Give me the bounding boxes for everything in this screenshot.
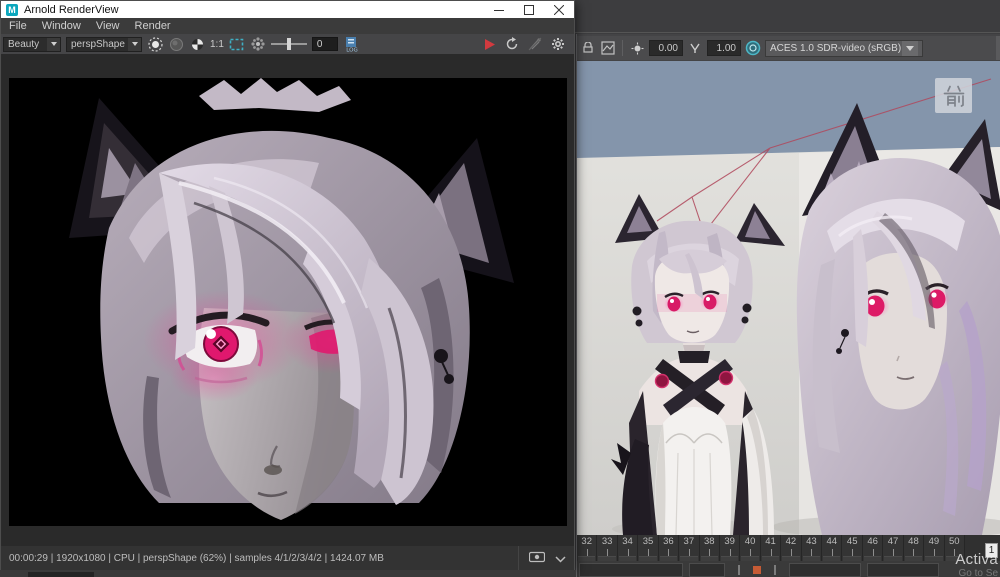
camera-value: perspShape [71, 38, 125, 50]
close-button[interactable] [544, 1, 574, 18]
render-view-area [2, 54, 574, 546]
color-swatch-icon[interactable] [189, 36, 205, 52]
timeline-frame[interactable]: 41 [760, 535, 782, 561]
maximize-button[interactable] [514, 1, 544, 18]
maya-bottom-widget [28, 572, 94, 577]
minimize-button[interactable] [484, 1, 514, 18]
svg-text:LOG: LOG [346, 48, 357, 53]
activate-watermark-line2: Go to Se [958, 568, 998, 577]
reference-figure-head [796, 103, 1000, 535]
timeline-frame[interactable]: 37 [679, 535, 700, 561]
colorspace-value: ACES 1.0 SDR-video (sRGB) [770, 42, 902, 54]
zoom-ratio-label[interactable]: 1:1 [210, 39, 224, 50]
display-camera-icon[interactable] [528, 550, 546, 568]
view-transform-icon[interactable] [745, 40, 761, 56]
orientation-badge [935, 78, 972, 113]
texture-view-icon[interactable] [600, 40, 616, 56]
window-title: Arnold RenderView [24, 3, 119, 16]
exposure-icon[interactable] [629, 40, 645, 56]
timeline-frame[interactable]: 33 [597, 535, 618, 561]
maya-app-icon: M [6, 3, 18, 16]
toolbar-divider [622, 40, 623, 56]
timeline-frame[interactable]: 47 [883, 535, 904, 561]
debug-value-field[interactable]: 0 [311, 37, 338, 51]
timeline-frame[interactable]: 48 [903, 535, 925, 561]
range-slider-row [577, 561, 1000, 577]
range-slider[interactable] [579, 563, 683, 577]
range-field[interactable] [689, 563, 725, 577]
menu-view[interactable]: View [96, 20, 120, 32]
camera-dropdown[interactable]: perspShape [66, 36, 142, 52]
timeline-frame[interactable]: 38 [699, 535, 720, 561]
menu-file[interactable]: File [9, 20, 27, 32]
timeline-frame[interactable]: 45 [842, 535, 863, 561]
aov-dropdown-arrow[interactable] [47, 37, 60, 51]
playback-end-field[interactable] [867, 563, 939, 577]
gamma-icon[interactable] [687, 40, 703, 56]
timeline-frame[interactable]: 43 [801, 535, 823, 561]
time-slider[interactable]: 32 33 34 35 36 37 38 39 40 41 42 43 44 45 46 47 48 49 50 1 [577, 535, 1000, 561]
menu-bar: File Window View Render [1, 18, 574, 34]
panel-scrollbar[interactable] [996, 36, 1000, 60]
region-select-icon[interactable] [229, 36, 245, 52]
render-play-button[interactable] [481, 36, 497, 52]
gamma-field[interactable]: 1.00 [707, 40, 741, 56]
timeline-frame[interactable]: 40 [740, 535, 761, 561]
render-image[interactable] [9, 78, 567, 526]
screen: 0.00 1.00 ACES 1.0 SDR-video (sRGB) 32 3… [0, 0, 1000, 577]
timeline-frame[interactable]: 49 [924, 535, 945, 561]
timeline-frame[interactable]: 34 [617, 535, 639, 561]
timeline-frames[interactable]: 32 33 34 35 36 37 38 39 40 41 42 43 44 45 46 47 48 49 50 [577, 535, 966, 561]
log-icon[interactable]: LOG [343, 36, 363, 52]
timeline-frame[interactable]: 35 [638, 535, 659, 561]
menu-render[interactable]: Render [135, 20, 171, 32]
kanji-front-glyph [943, 85, 964, 107]
rendered-character [9, 78, 567, 526]
timeline-frame[interactable]: 32 [577, 535, 598, 561]
aov-dropdown[interactable]: Beauty [3, 36, 61, 52]
exposure-field[interactable]: 0.00 [649, 40, 683, 56]
render-stats: 00:00:29 | 1920x1080 | CPU | perspShape … [9, 553, 384, 564]
colorspace-dropdown[interactable]: ACES 1.0 SDR-video (sRGB) [765, 39, 923, 57]
activate-watermark-line1: Activa [955, 551, 998, 568]
timeline-frame[interactable]: 39 [719, 535, 741, 561]
title-bar[interactable]: M Arnold RenderView [1, 1, 574, 18]
aov-value: Beauty [8, 38, 40, 50]
ipr-sphere-icon[interactable] [168, 36, 184, 52]
playback-controls[interactable] [731, 563, 783, 577]
playback-start-field[interactable] [789, 563, 861, 577]
debug-slider[interactable] [270, 37, 307, 51]
status-expand-chevron-icon[interactable] [555, 550, 566, 568]
render-status-bar: 00:00:29 | 1920x1080 | CPU | perspShape … [1, 546, 574, 571]
arnold-renderview-window: M Arnold RenderView File Window View Ren… [0, 0, 575, 571]
viewport-toolbar: 0.00 1.00 ACES 1.0 SDR-video (sRGB) [577, 36, 1000, 60]
region-refresh-icon[interactable] [250, 36, 266, 52]
maya-background-strip [575, 0, 1000, 33]
maya-viewport-canvas[interactable] [577, 61, 1000, 535]
clamp-icon[interactable] [580, 40, 596, 56]
colorspace-dropdown-arrow[interactable] [902, 40, 918, 56]
refresh-render-button[interactable] [504, 36, 520, 52]
snapshot-icon[interactable] [147, 36, 163, 52]
render-toolbar: Beauty perspShape 1:1 0 LOG [1, 34, 574, 54]
debug-shading-button[interactable] [527, 36, 543, 52]
timeline-frame[interactable]: 46 [862, 535, 884, 561]
viewport-scene [577, 78, 1000, 535]
menu-window[interactable]: Window [42, 20, 81, 32]
timeline-frame[interactable]: 36 [658, 535, 680, 561]
camera-dropdown-arrow[interactable] [128, 37, 141, 51]
timeline-frame[interactable]: 44 [822, 535, 843, 561]
settings-gear-icon[interactable] [550, 36, 566, 52]
timeline-frame[interactable]: 42 [781, 535, 802, 561]
